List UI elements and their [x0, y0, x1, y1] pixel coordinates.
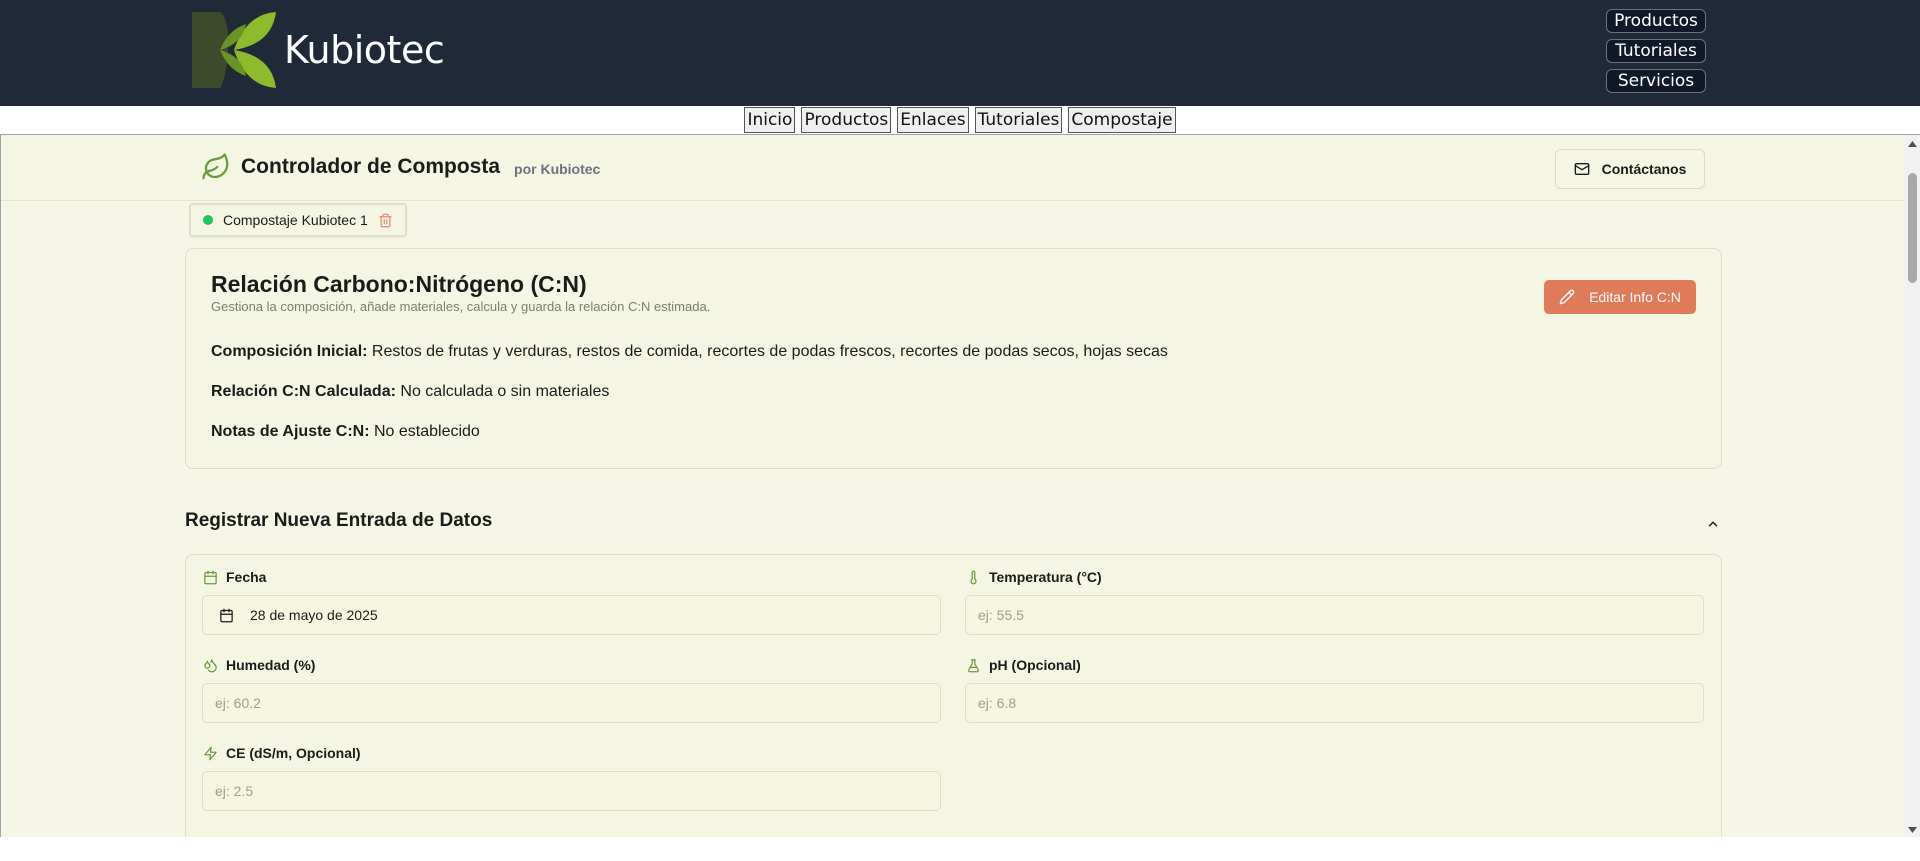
cn-row-composition: Composición Inicial: Restos de frutas y … — [211, 343, 1168, 361]
cn-row-label: Notas de Ajuste C:N: — [211, 423, 370, 440]
date-label: Fecha — [203, 569, 266, 585]
cn-row-value: Restos de frutas y verduras, restos de c… — [371, 343, 1168, 360]
collapse-button[interactable] — [1701, 512, 1725, 536]
cn-row-value: No calculada o sin materiales — [400, 383, 610, 400]
ph-label-text: pH (Opcional) — [989, 657, 1081, 673]
new-entry-form: Fecha 28 de mayo de 2025 Temperatura (°C… — [185, 554, 1722, 837]
new-entry-title: Registrar Nueva Entrada de Datos — [185, 510, 493, 531]
date-picker[interactable]: 28 de mayo de 2025 — [202, 595, 941, 635]
compost-tab[interactable]: Compostaje Kubiotec 1 — [189, 203, 407, 237]
date-value: 28 de mayo de 2025 — [250, 607, 378, 623]
contact-label: Contáctanos — [1601, 161, 1687, 177]
date-label-text: Fecha — [226, 569, 267, 585]
ce-label: CE (dS/m, Opcional) — [203, 745, 361, 761]
app-brand: Controlador de Composta por Kubiotec — [201, 152, 600, 182]
flask-icon — [968, 658, 979, 672]
thermometer-icon — [970, 570, 977, 584]
humidity-input[interactable]: ej: 60.2 — [202, 683, 941, 723]
calendar-icon — [204, 570, 217, 584]
cn-ratio-card: Relación Carbono:Nitrógeno (C:N) Gestion… — [185, 248, 1722, 469]
sub-nav: Inicio Productos Enlaces Tutoriales Comp… — [0, 106, 1920, 134]
subnav-inicio[interactable]: Inicio — [744, 107, 796, 133]
temperature-label: Temperatura (°C) — [966, 569, 1102, 585]
app-scrollbar[interactable] — [1904, 135, 1920, 837]
cn-row-label: Relación C:N Calculada: — [211, 383, 396, 400]
cn-row-calculated: Relación C:N Calculada: No calculada o s… — [211, 383, 609, 401]
contact-button[interactable]: Contáctanos — [1555, 149, 1705, 189]
humidity-label: Humedad (%) — [203, 657, 315, 673]
scroll-down-arrow-icon[interactable] — [1904, 821, 1920, 837]
brand-name: Kubiotec — [284, 28, 445, 72]
leaf-icon — [202, 153, 229, 180]
zap-icon — [204, 746, 217, 760]
scroll-thumb[interactable] — [1908, 173, 1917, 283]
pencil-icon — [1559, 289, 1575, 305]
calendar-icon — [220, 608, 233, 622]
cn-card-title: Relación Carbono:Nitrógeno (C:N) — [211, 271, 587, 297]
status-dot — [203, 215, 213, 225]
cn-row-notes: Notas de Ajuste C:N: No establecido — [211, 423, 480, 441]
compost-app-frame: Controlador de Composta por Kubiotec Con… — [0, 134, 1920, 837]
kubiotec-logo[interactable]: Kubiotec — [190, 10, 445, 90]
ce-input[interactable]: ej: 2.5 — [202, 771, 941, 811]
edit-cn-button[interactable]: Editar Info C:N — [1544, 280, 1696, 314]
cn-card-description: Gestiona la composición, añade materiale… — [211, 299, 711, 314]
compost-tab-label: Compostaje Kubiotec 1 — [223, 212, 368, 228]
app-subtitle: por Kubiotec — [514, 161, 601, 177]
mail-icon — [1574, 163, 1589, 175]
ph-label: pH (Opcional) — [966, 657, 1081, 673]
chevron-up-icon — [1708, 521, 1718, 527]
site-nav: Productos Tutoriales Servicios — [1606, 9, 1706, 93]
droplets-icon — [204, 658, 217, 672]
site-header: Kubiotec Productos Tutoriales Servicios — [0, 0, 1920, 106]
site-nav-tutoriales[interactable]: Tutoriales — [1606, 39, 1706, 63]
temperature-input[interactable]: ej: 55.5 — [965, 595, 1704, 635]
kubiotec-leaf-icon — [192, 12, 276, 88]
app-title: Controlador de Composta — [241, 155, 501, 178]
scroll-up-arrow-icon[interactable] — [1904, 135, 1920, 152]
app-header: Controlador de Composta por Kubiotec Con… — [1, 135, 1904, 201]
subnav-enlaces[interactable]: Enlaces — [897, 107, 969, 133]
humidity-label-text: Humedad (%) — [226, 657, 316, 673]
trash-icon[interactable] — [378, 213, 393, 228]
subnav-compostaje[interactable]: Compostaje — [1068, 107, 1176, 133]
subnav-tutoriales[interactable]: Tutoriales — [974, 107, 1063, 133]
temperature-label-text: Temperatura (°C) — [989, 569, 1102, 585]
ph-input[interactable]: ej: 6.8 — [965, 683, 1704, 723]
edit-cn-label: Editar Info C:N — [1589, 289, 1681, 305]
subnav-productos[interactable]: Productos — [801, 107, 892, 133]
cn-row-label: Composición Inicial: — [211, 343, 368, 360]
cn-row-value: No establecido — [373, 423, 480, 440]
ce-label-text: CE (dS/m, Opcional) — [226, 745, 361, 761]
site-nav-servicios[interactable]: Servicios — [1606, 69, 1706, 93]
site-nav-productos[interactable]: Productos — [1606, 9, 1706, 33]
